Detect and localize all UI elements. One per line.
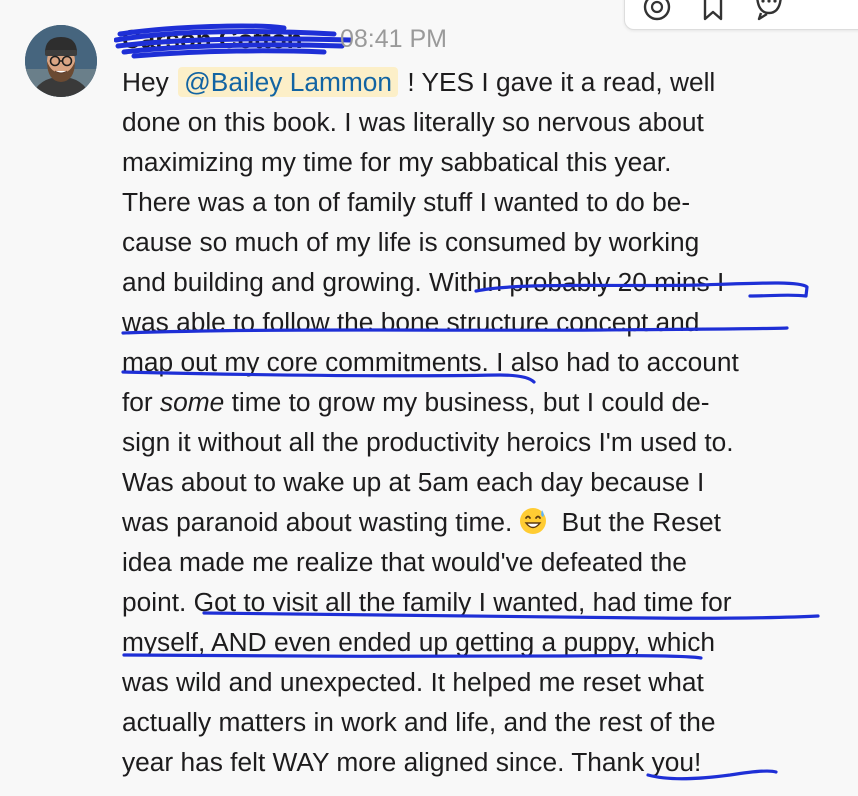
message-line: point. Got to visit all the family I wan…	[122, 587, 732, 617]
line-text: time to grow my business, but I could de…	[224, 387, 710, 417]
line-text: Hey	[122, 67, 177, 97]
message-line: sign it without all the productivity her…	[122, 427, 734, 457]
avatar[interactable]	[25, 25, 97, 97]
message-line: There was a ton of family stuff I wanted…	[122, 187, 691, 217]
message-line: Hey @Bailey Lammon ! YES I gave it a rea…	[122, 62, 842, 102]
line-text: But the Reset	[554, 507, 721, 537]
bookmark-icon[interactable]	[695, 0, 731, 25]
message-line: actually matters in work and life, and t…	[122, 707, 716, 737]
user-mention[interactable]: @Bailey Lammon	[178, 67, 399, 97]
italic-text: some	[160, 387, 225, 417]
message-line: was wild and unexpected. It helped me re…	[122, 667, 704, 697]
message-line: was paranoid about wasting time. But the…	[122, 502, 842, 542]
message-line: and building and growing. Within probabl…	[122, 267, 725, 297]
message-line: was able to follow the bone structure co…	[122, 307, 700, 337]
line-text: was paranoid about wasting time.	[122, 507, 513, 537]
emoji-reaction-icon[interactable]	[639, 0, 675, 25]
grinning-face-with-sweat-icon	[520, 508, 547, 534]
redaction-scribble	[114, 23, 353, 59]
message-line: done on this book. I was literally so ne…	[122, 107, 704, 137]
message-body: Hey @Bailey Lammon ! YES I gave it a rea…	[122, 62, 842, 782]
message-line: cause so much of my life is consumed by …	[122, 227, 700, 257]
line-text: for	[122, 387, 160, 417]
message-line: Was about to wake up at 5am each day bec…	[122, 467, 705, 497]
message-line: for some time to grow my business, but I…	[122, 382, 842, 422]
message-actions-toolbar	[624, 0, 858, 30]
more-actions-icon[interactable]	[809, 0, 845, 25]
message-line: year has felt WAY more aligned since. Th…	[122, 747, 702, 777]
line-text: ! YES I gave it a read, well	[400, 67, 716, 97]
reply-in-thread-icon[interactable]	[751, 0, 787, 25]
message-line: myself, AND even ended up getting a pupp…	[122, 627, 716, 657]
message-timestamp[interactable]: 08:41 PM	[340, 25, 447, 54]
message-line: maximizing my time for my sabbatical thi…	[122, 147, 672, 177]
message-line: map out my core commitments. I also had …	[122, 347, 739, 377]
message-header: Carson Cotton 08:41 PM	[114, 22, 522, 59]
message-line: idea made me realize that would've defea…	[122, 547, 687, 577]
